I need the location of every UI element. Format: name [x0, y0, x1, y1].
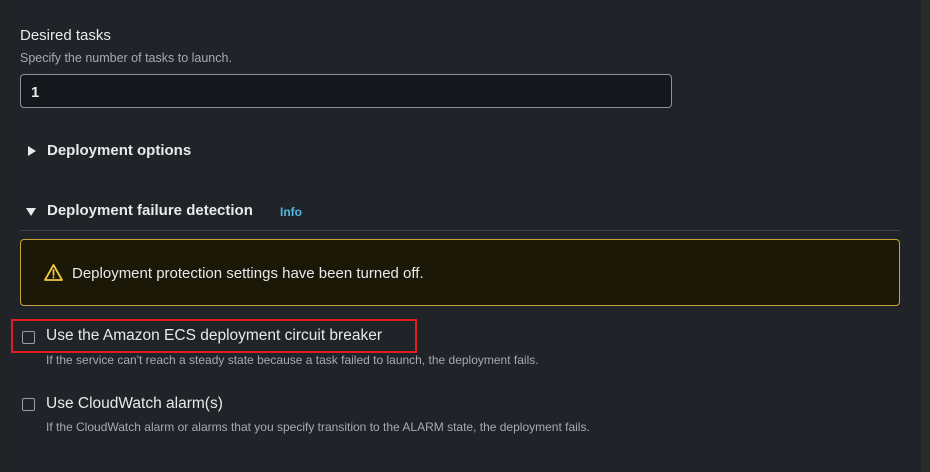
desired-tasks-title: Desired tasks: [20, 27, 111, 44]
caret-down-icon: [26, 208, 36, 216]
desired-tasks-input[interactable]: 1: [20, 74, 672, 108]
caret-right-icon: [28, 146, 36, 156]
warning-icon: [44, 264, 63, 281]
warning-alert: Deployment protection settings have been…: [20, 239, 900, 306]
info-link[interactable]: Info: [280, 205, 302, 219]
right-edge: [921, 0, 930, 472]
deployment-options-label: Deployment options: [47, 142, 192, 159]
section-divider: [20, 230, 900, 231]
cloudwatch-alarm-description: If the CloudWatch alarm or alarms that y…: [46, 420, 590, 434]
cloudwatch-alarm-label[interactable]: Use CloudWatch alarm(s): [46, 395, 223, 413]
alert-message: Deployment protection settings have been…: [72, 265, 424, 282]
circuit-breaker-label[interactable]: Use the Amazon ECS deployment circuit br…: [46, 327, 382, 345]
desired-tasks-description: Specify the number of tasks to launch.: [20, 51, 232, 65]
circuit-breaker-checkbox[interactable]: [22, 331, 35, 344]
cloudwatch-alarm-checkbox[interactable]: [22, 398, 35, 411]
deployment-failure-detection-label: Deployment failure detection: [47, 202, 253, 219]
main-panel: Desired tasks Specify the number of task…: [4, 0, 921, 472]
circuit-breaker-description: If the service can't reach a steady stat…: [46, 353, 539, 367]
